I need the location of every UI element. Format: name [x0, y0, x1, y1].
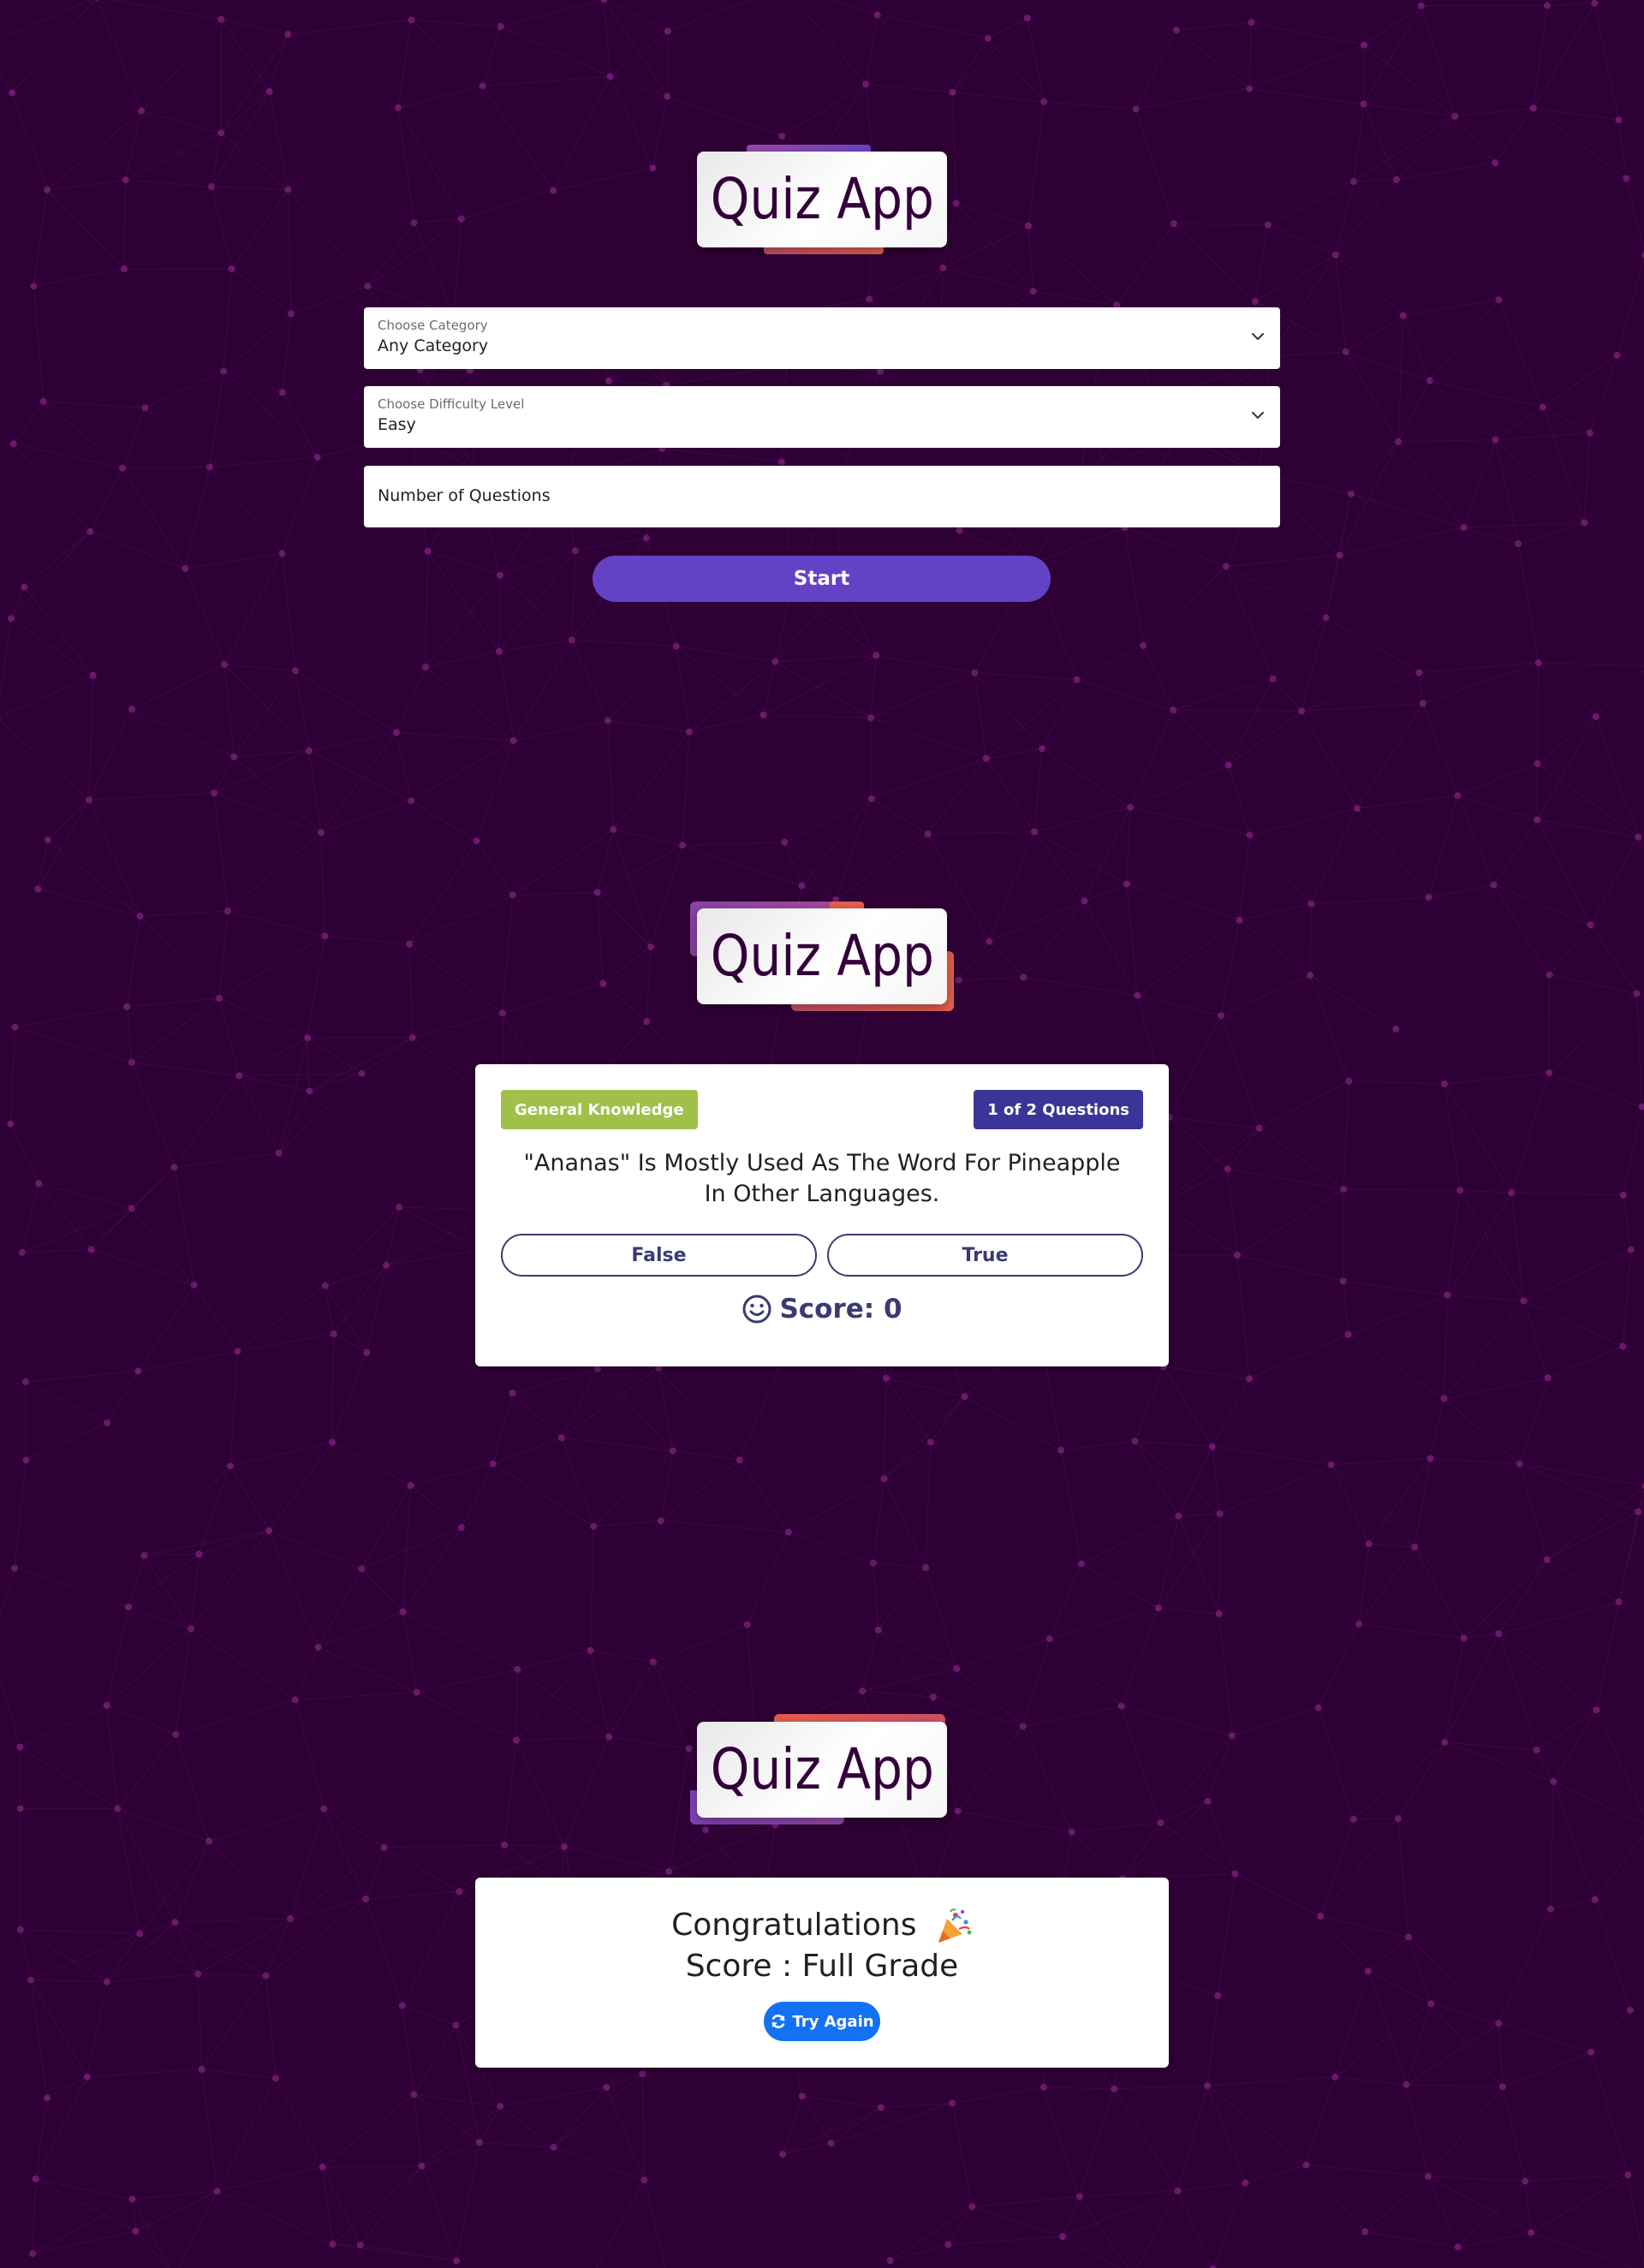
difficulty-label: Choose Difficulty Level — [378, 396, 525, 412]
congrats-text: Congratulations — [671, 1908, 917, 1943]
questions-count-placeholder: Number of Questions — [378, 486, 551, 505]
question-card: General Knowledge 1 of 2 Questions "Anan… — [475, 1064, 1169, 1366]
category-value: Any Category — [378, 336, 489, 355]
refresh-icon — [772, 2015, 785, 2028]
logo-card: Quiz App — [697, 908, 947, 1004]
final-score-line: Score : Full Grade — [685, 1949, 959, 1984]
question-text: "Ananas" Is Mostly Used As The Word For … — [523, 1150, 1121, 1207]
progress-badge: 1 of 2 Questions — [974, 1090, 1143, 1129]
category-badge: General Knowledge — [501, 1090, 698, 1129]
category-select[interactable]: Choose Category Any Category — [364, 307, 1280, 369]
app-title: Quiz App — [710, 166, 934, 232]
try-again-button[interactable]: Try Again — [764, 2002, 880, 2041]
app-logo: Quiz App — [690, 902, 954, 1011]
quiz-setup-screen: Quiz App Choose Category Any Category Ch… — [0, 0, 1644, 685]
smile-icon — [742, 1295, 771, 1324]
logo-card: Quiz App — [697, 152, 947, 247]
chevron-down-icon — [1252, 333, 1264, 340]
answer-false-button[interactable]: False — [501, 1234, 817, 1277]
difficulty-value: Easy — [378, 415, 416, 434]
try-again-label: Try Again — [792, 2012, 874, 2031]
logo-card: Quiz App — [697, 1722, 947, 1818]
chevron-down-icon — [1252, 412, 1264, 419]
congrats-line: Congratulations — [475, 1905, 1169, 1946]
result-card: Congratulations Score : Full Grade Try A… — [475, 1878, 1169, 2068]
quiz-question-screen: Quiz App General Knowledge 1 of 2 Questi… — [0, 856, 1644, 1455]
app-title: Quiz App — [710, 923, 934, 989]
category-label: Choose Category — [378, 318, 488, 333]
questions-count-input[interactable]: Number of Questions — [364, 466, 1280, 527]
difficulty-select[interactable]: Choose Difficulty Level Easy — [364, 386, 1280, 448]
app-title: Quiz App — [710, 1736, 934, 1802]
app-logo: Quiz App — [690, 1714, 947, 1825]
answer-true-button[interactable]: True — [827, 1234, 1143, 1277]
start-button[interactable]: Start — [593, 556, 1051, 602]
app-logo: Quiz App — [697, 145, 947, 254]
score-display: Score: 0 — [475, 1294, 1169, 1324]
quiz-result-screen: Quiz App Congratulations Score : Full Gr… — [0, 1627, 1644, 2226]
score-label: Score: 0 — [779, 1294, 902, 1324]
party-popper-icon — [938, 1908, 972, 1943]
